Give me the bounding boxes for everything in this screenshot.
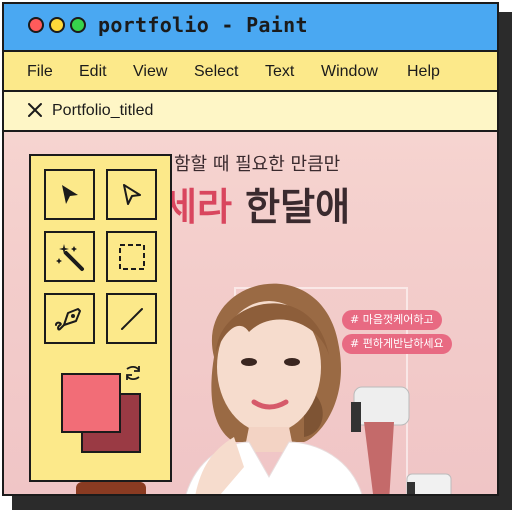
- menu-help[interactable]: Help: [407, 63, 440, 81]
- menu-select[interactable]: Select: [194, 63, 238, 81]
- minimize-window-button[interactable]: [49, 17, 65, 33]
- canvas-headline-line1: 함할 때 필요한 만큼만: [174, 154, 341, 175]
- menu-view[interactable]: View: [133, 63, 167, 81]
- window-title: portfolio - Paint: [98, 13, 308, 37]
- tool-line[interactable]: [106, 293, 157, 344]
- headline-pink-text: 세라: [162, 185, 232, 229]
- pen-tool-icon: [54, 307, 81, 330]
- tag-pill-2: # 편하게반납하세요: [342, 334, 452, 354]
- drink-glass: [76, 482, 146, 494]
- menu-edit[interactable]: Edit: [79, 63, 107, 81]
- select-arrow-icon: [61, 184, 78, 204]
- tool-pen[interactable]: [44, 293, 95, 344]
- direct-select-arrow-icon: [122, 183, 141, 205]
- title-bar[interactable]: portfolio - Paint: [4, 4, 497, 52]
- maximize-window-button[interactable]: [70, 17, 86, 33]
- swap-colors-icon[interactable]: [123, 363, 143, 383]
- menu-file[interactable]: File: [27, 63, 53, 81]
- menu-text[interactable]: Text: [265, 63, 294, 81]
- foreground-color-swatch[interactable]: [61, 373, 121, 433]
- menu-window[interactable]: Window: [321, 63, 378, 81]
- menu-bar: File Edit View Select Text Window Help: [4, 52, 497, 92]
- close-tab-icon[interactable]: [26, 101, 44, 119]
- headline-dark-text: 한달애: [245, 185, 351, 229]
- document-tab-label[interactable]: Portfolio_titled: [52, 102, 153, 120]
- tool-palette: [29, 154, 172, 482]
- marquee-select-icon: [118, 243, 145, 270]
- document-tab-bar: Portfolio_titled: [4, 92, 497, 132]
- line-tool-icon: [120, 307, 143, 330]
- tool-select[interactable]: [44, 169, 95, 220]
- tag-pill-1: # 마음껏케어하고: [342, 310, 442, 330]
- magic-wand-icon: [55, 243, 84, 271]
- canvas-headline-line2: 세라 한달애: [162, 176, 350, 231]
- tool-magic-wand[interactable]: [44, 231, 95, 282]
- app-window: portfolio - Paint File Edit View Select …: [2, 2, 499, 496]
- close-window-button[interactable]: [28, 17, 44, 33]
- device-illustration: [351, 386, 452, 494]
- tool-direct-select[interactable]: [106, 169, 157, 220]
- tool-marquee[interactable]: [106, 231, 157, 282]
